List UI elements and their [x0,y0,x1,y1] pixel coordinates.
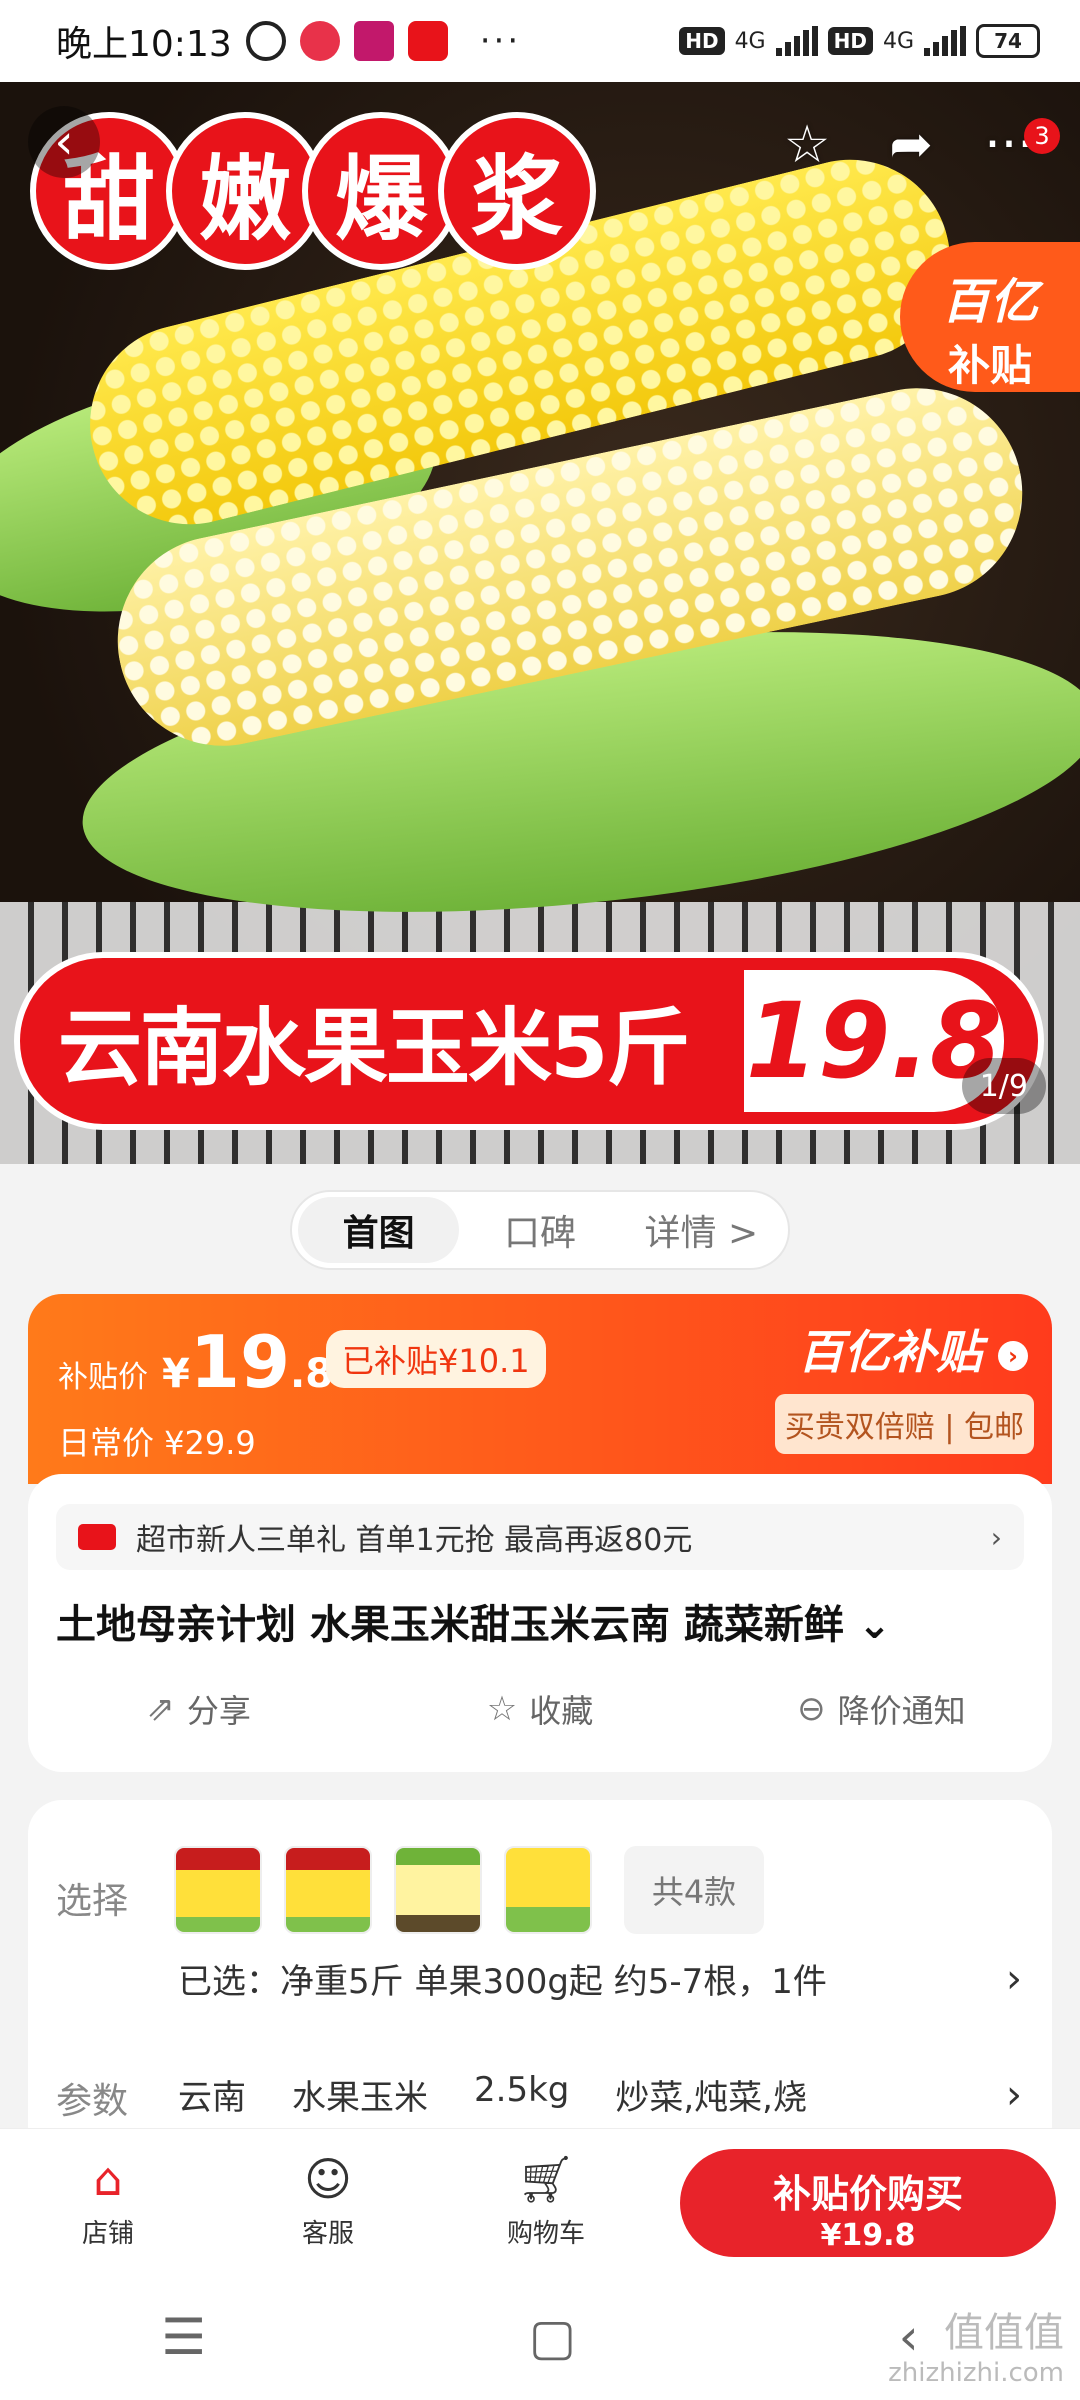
subsidy-price: ¥19.8 [162,1320,333,1404]
image-pager: 1/9 [961,1058,1046,1114]
status-bar: 晚上10:13 ··· HD 4G HD 4G 74 [0,0,1080,82]
product-detail-page: 晚上10:13 ··· HD 4G HD 4G 74 甜 嫩 爆 浆 百亿 补贴… [0,0,1080,2400]
signal-icon-2 [924,26,966,56]
selection-card[interactable]: 选择 共4款 已选：净重5斤 单果300g起 约5-7根，1件 › 参数 云南 … [28,1800,1052,2160]
chevron-right-icon[interactable]: › [1006,1956,1022,2002]
variant-thumbnail[interactable] [174,1846,262,1934]
hd-icon-2: HD [827,27,873,55]
buy-button[interactable]: 补贴价购买 ¥19.8 [680,2149,1056,2257]
subsidy-badge-line2: 补贴 [947,341,1032,390]
tab-main-image[interactable]: 首图 [298,1197,460,1263]
param-origin: 云南 [178,2078,246,2118]
params-row[interactable]: 云南 水果玉米 2.5kg 炒菜,炖菜,烧 [178,2070,871,2119]
buy-button-label: 补贴价购买 [772,2172,963,2216]
favorite-label: 收藏 [529,1692,594,1730]
watermark-line2: zhizhizhi.com [888,2358,1064,2388]
alarm-icon [245,21,286,61]
notification-badge: 3 [1024,118,1060,154]
promo-text: 超市新人三单礼 首单1元抢 最高再返80元 [136,1523,693,1558]
chevron-right-icon: › [998,1340,1028,1371]
cart-label: 购物车 [506,2219,585,2249]
params-label: 参数 [56,2081,129,2122]
tab-reviews[interactable]: 口碑 [459,1197,620,1263]
bottom-action-bar: ⌂ 店铺 ☺ 客服 🛒︎ 购物车 补贴价购买 ¥19.8 [0,2128,1080,2274]
buy-button-price: ¥19.8 [820,2218,916,2253]
star-icon: ☆ [486,1689,518,1729]
favorite-star-icon[interactable]: ☆ [772,110,842,180]
product-price-banner: 云南水果玉米5斤 19.8 [14,952,1044,1130]
status-time: 晚上10:13 [56,24,232,65]
product-title-text: 土地母亲计划 水果玉米甜玉米云南 蔬菜新鲜 [56,1602,844,1648]
subsidy-badge-line1: 百亿 [941,274,1038,330]
product-info-card: 超市新人三单礼 首单1元抢 最高再返80元 › 土地母亲计划 水果玉米甜玉米云南… [28,1474,1052,1772]
product-title[interactable]: 土地母亲计划 水果玉米甜玉米云南 蔬菜新鲜 ⌄ [56,1592,891,1650]
param-weight: 2.5kg [474,2070,570,2110]
customer-service-icon: ☺ [304,2152,352,2206]
share-arrow-icon[interactable]: ➦ [876,110,946,180]
cart-icon: 🛒︎ [516,2152,576,2206]
variant-count[interactable]: 共4款 [624,1846,764,1934]
share-icon: ⇗ [146,1689,175,1729]
network-label-1: 4G [734,28,766,54]
param-type: 水果玉米 [292,2078,428,2118]
subsidy-amount-badge: 已补贴¥10.1 [326,1330,546,1388]
price-drop-icon: ⊖ [797,1689,826,1729]
shop-icon: ⌂ [93,2152,123,2206]
select-label: 选择 [56,1881,129,1922]
variant-thumbnail[interactable] [284,1846,372,1934]
product-banner-text: 云南水果玉米5斤 [58,998,690,1097]
hd-icon: HD [679,27,725,55]
variant-thumbnail[interactable] [394,1846,482,1934]
cart-button[interactable]: 🛒︎ 购物车 [486,2149,606,2250]
daily-price: 日常价 ¥29.9 [58,1424,256,1462]
netease-icon [407,21,448,61]
currency-symbol: ¥ [162,1351,190,1397]
price-drop-label: 降价通知 [837,1692,966,1730]
param-usage: 炒菜,炖菜,烧 [615,2078,807,2118]
chevron-down-icon: ⌄ [857,1602,892,1648]
watermark-line1: 值值值 [944,2310,1064,2356]
signal-icon [775,26,818,56]
more-notifications-icon: ··· [479,21,522,61]
coupon-icon [78,1524,116,1550]
status-right: HD 4G HD 4G 74 [679,24,1040,58]
favorite-button[interactable]: ☆ 收藏 [369,1686,710,1732]
billion-subsidy-link[interactable]: 百亿补贴 › [798,1316,1028,1382]
menu-icon[interactable]: ☰ [161,2308,206,2366]
music-app-icon [299,21,340,61]
customer-service-button[interactable]: ☺ 客服 [268,2149,388,2250]
variant-thumbnail[interactable] [504,1846,592,1934]
share-button[interactable]: ⇗ 分享 [28,1686,369,1732]
shop-label: 店铺 [81,2219,134,2249]
section-tabs: 首图 口碑 详情 > [290,1190,790,1270]
price-drop-button[interactable]: ⊖ 降价通知 [711,1686,1052,1732]
network-label-2: 4G [882,28,914,54]
top-action-bar: ‹ ☆ ➦ ··· 3 [0,82,1080,212]
customer-service-label: 客服 [301,2219,354,2249]
promo-banner[interactable]: 超市新人三单礼 首单1元抢 最高再返80元 › [56,1504,1024,1570]
watermark: 值值值 zhizhizhi.com [888,2300,1064,2388]
action-row: ⇗ 分享 ☆ 收藏 ⊖ 降价通知 [28,1674,1052,1744]
shop-button[interactable]: ⌂ 店铺 [48,2149,168,2250]
chevron-right-icon[interactable]: › [1006,2072,1022,2118]
product-image-carousel[interactable]: 甜 嫩 爆 浆 百亿 补贴 云南水果玉米5斤 19.8 ‹ ☆ ➦ ··· 3 … [0,82,1080,1164]
chevron-right-icon: › [990,1520,1002,1554]
battery-icon: 74 [976,24,1040,58]
back-button[interactable]: ‹ [28,106,100,178]
price-integer: 19 [189,1320,291,1404]
billion-subsidy-label: 百亿补贴 [797,1325,982,1379]
subsidy-badge: 百亿 补贴 [900,242,1080,392]
price-card: 补贴价 ¥19.8 已补贴¥10.1 日常价 ¥29.9 百亿补贴 › 买贵双倍… [28,1294,1052,1484]
tab-details[interactable]: 详情 > [621,1197,782,1263]
subsidy-price-label: 补贴价 [58,1360,148,1395]
share-label: 分享 [186,1692,251,1730]
guarantee-badge: 买贵双倍赔 | 包邮 [774,1394,1034,1454]
home-icon[interactable]: ▢ [529,2308,576,2366]
selected-variant: 已选：净重5斤 单果300g起 约5-7根，1件 [178,1962,827,2002]
app-notification-icon [353,21,394,61]
